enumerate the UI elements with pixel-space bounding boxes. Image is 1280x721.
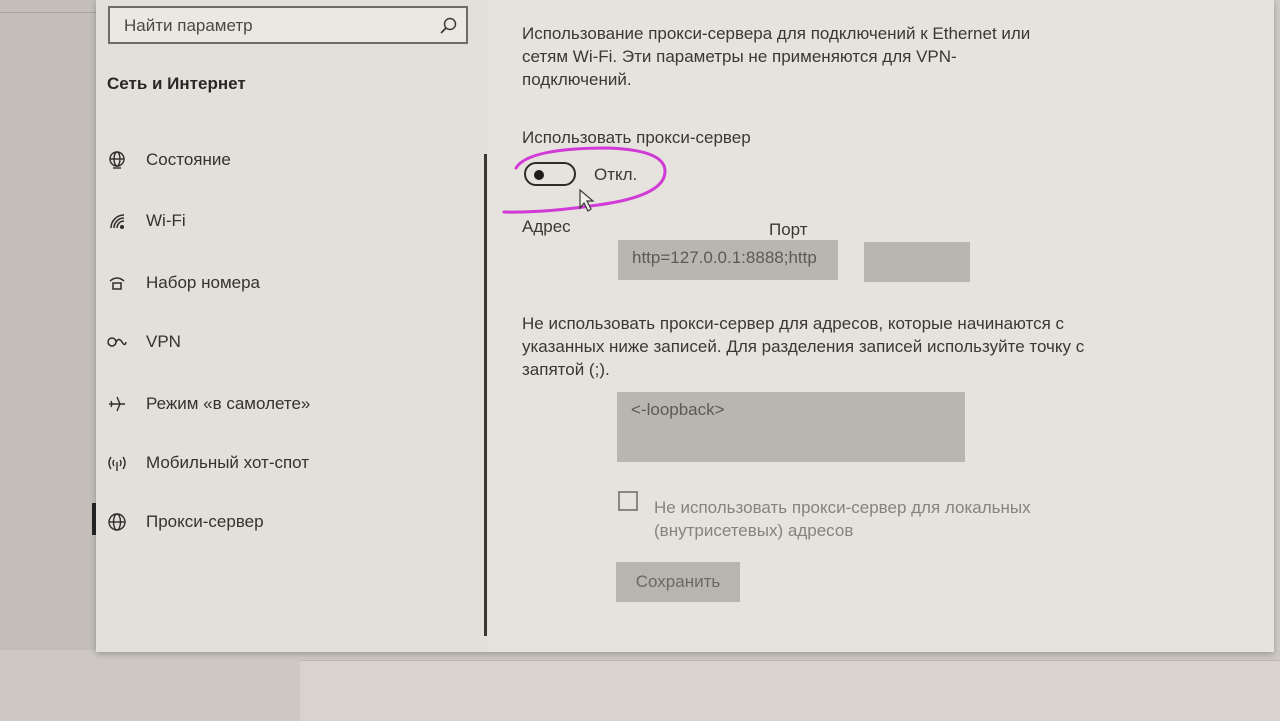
background-line [0,12,96,13]
address-input[interactable]: http=127.0.0.1:8888;http [618,240,838,280]
local-addresses-label: Не использовать прокси-сервер для локаль… [654,498,1031,540]
sidebar-item-label: Режим «в самолете» [146,394,311,413]
port-input[interactable] [864,242,970,282]
airplane-icon [106,393,128,415]
sidebar-item-dialup[interactable]: Набор номера [106,266,466,300]
sidebar: Найти параметр Сеть и Интернет Состояние [92,0,488,652]
sidebar-item-label: Wi-Fi [146,211,186,230]
background-window-edge [300,660,1280,721]
active-indicator [92,503,96,535]
search-box[interactable]: Найти параметр [108,6,468,44]
globe-icon [106,511,128,533]
wifi-icon [106,210,128,232]
sidebar-item-status[interactable]: Состояние [106,143,466,177]
exceptions-input[interactable]: <-loopback> [617,392,965,462]
sidebar-item-proxy[interactable]: Прокси-сервер [106,505,466,539]
sidebar-item-label: Мобильный хот-спот [146,453,310,472]
sidebar-item-label: VPN [146,332,181,351]
search-input[interactable]: Найти параметр [124,16,253,36]
sidebar-item-label: Состояние [146,150,231,169]
dialup-icon [106,272,128,294]
search-icon[interactable] [438,16,458,36]
settings-window: Найти параметр Сеть и Интернет Состояние [92,0,1274,652]
pen-annotation-circle [502,146,667,214]
exceptions-description: Не использовать прокси-сервер для адресо… [522,314,1085,379]
port-label: Порт [769,220,808,239]
vpn-icon [106,331,128,353]
sidebar-item-vpn[interactable]: VPN [106,325,466,359]
sidebar-item-airplane[interactable]: Режим «в самолете» [106,387,466,421]
section-title: Сеть и Интернет [107,74,246,93]
globe-status-icon [106,149,128,171]
address-label: Адрес [522,217,571,236]
sidebar-item-wifi[interactable]: Wi-Fi [106,204,466,238]
local-addresses-checkbox[interactable] [618,491,638,511]
divider [484,154,487,636]
hotspot-icon [106,452,128,474]
background-left [0,0,96,720]
save-button[interactable]: Сохранить [616,562,740,602]
sidebar-item-label: Набор номера [146,273,260,292]
main-content: Использование прокси-сервера для подключ… [488,0,1274,652]
sidebar-item-hotspot[interactable]: Мобильный хот-спот [106,446,466,480]
sidebar-item-label: Прокси-сервер [146,512,264,531]
